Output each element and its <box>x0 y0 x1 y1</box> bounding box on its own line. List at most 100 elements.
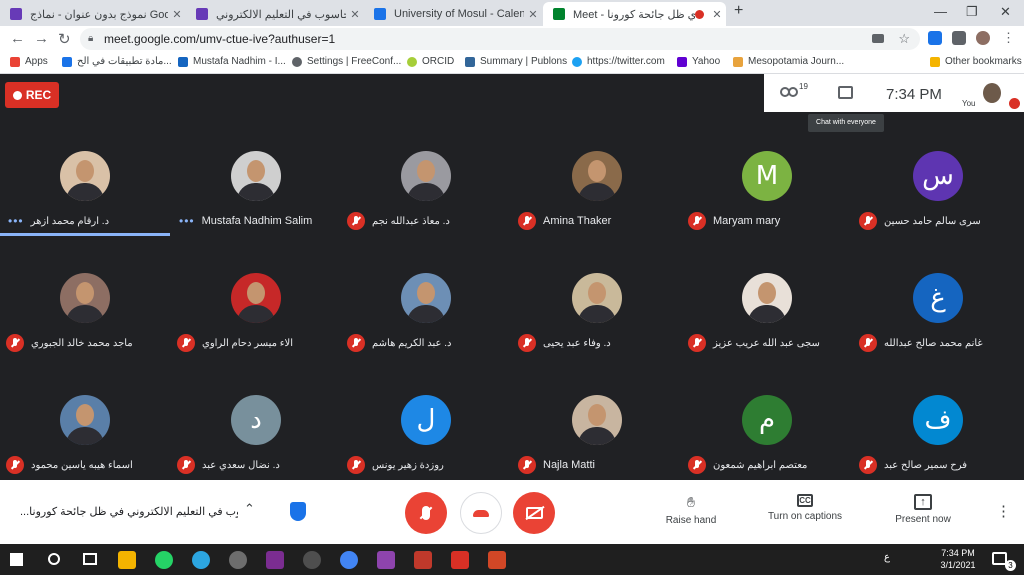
avatar-body-shape <box>237 183 275 201</box>
puzzle-icon[interactable] <box>952 31 966 45</box>
calendar-icon <box>374 8 386 20</box>
toggle-camera-button[interactable] <box>513 492 555 534</box>
chevron-up-icon[interactable]: ⌃ <box>244 501 255 517</box>
cc-icon: CC <box>797 494 813 507</box>
bookmark-item[interactable]: Yahoo <box>677 56 720 67</box>
participant-tile[interactable]: ل روزدة زهير يونس <box>341 360 511 482</box>
participant-tile[interactable]: ••• Mustafa Nadhim Salim <box>171 116 341 238</box>
whatsapp-icon[interactable] <box>155 551 173 569</box>
app-icon[interactable] <box>414 551 432 569</box>
file-explorer-icon[interactable] <box>118 551 136 569</box>
bookmark-item[interactable]: Mesopotamia Journ... <box>733 56 844 67</box>
input-language[interactable]: ع <box>884 552 890 563</box>
participant-tile[interactable]: Najla Matti <box>512 360 682 482</box>
people-icon-second <box>788 87 798 97</box>
meeting-title: ...وب في التعليم الالكتروني في ظل جائحة … <box>20 506 238 518</box>
participant-name: د. معاذ عبدالله نجم <box>372 215 450 227</box>
participant-tile[interactable]: M Maryam mary <box>682 116 852 238</box>
participant-tile[interactable]: غ غانم محمد صالح عبدالله <box>853 238 1023 360</box>
bookmark-item[interactable]: Settings | FreeConf... <box>292 56 401 67</box>
participant-tile[interactable]: Amina Thaker <box>512 116 682 238</box>
camera-icon[interactable] <box>872 34 884 43</box>
meeting-info-panel: 19 7:34 PM You <box>764 74 1024 112</box>
participant-name: Mustafa Nadhim Salim <box>201 215 313 227</box>
app-icon[interactable] <box>377 551 395 569</box>
tab-close-icon[interactable]: ✕ <box>346 8 364 21</box>
star-icon[interactable]: ☆ <box>898 28 910 50</box>
raise-hand-button[interactable]: ✋︎ Raise hand <box>662 494 720 526</box>
participant-tile[interactable]: ••• د. ارقام محمد ازهر <box>0 116 170 238</box>
telegram-icon[interactable] <box>192 551 210 569</box>
self-avatar[interactable] <box>983 83 1001 103</box>
publons-icon <box>465 56 475 67</box>
taskbar-clock[interactable]: 7:34 PM 3/1/2021 <box>930 547 986 571</box>
participant-name: فرح سمير صالح عبد <box>884 459 968 471</box>
captions-button[interactable]: CC Turn on captions <box>762 494 848 522</box>
notification-count: 3 <box>1005 560 1016 571</box>
bookmark-item[interactable]: ORCID <box>407 56 454 67</box>
windows-start-icon[interactable] <box>10 553 23 566</box>
participant-tile[interactable]: د. معاذ عبدالله نجم <box>341 116 511 238</box>
chrome-icon[interactable] <box>340 551 358 569</box>
avatar-head-shape <box>76 282 94 304</box>
restore-button[interactable]: ❐ <box>966 4 978 20</box>
leave-call-button[interactable] <box>460 492 502 534</box>
avatar-body-shape <box>578 305 616 323</box>
participant-photo-avatar <box>231 273 281 323</box>
bookmark-item[interactable]: Mustafa Nadhim - I... <box>178 56 286 67</box>
address-bar[interactable]: 🔒︎ meet.google.com/umv-ctue-ive?authuser… <box>80 28 920 50</box>
people-button[interactable]: 19 <box>780 82 810 104</box>
tab-close-icon[interactable]: ✕ <box>708 8 726 21</box>
participant-tile[interactable]: ماجد محمد خالد الجبوري <box>0 238 170 360</box>
app-icon[interactable] <box>229 551 247 569</box>
participant-tile[interactable]: م معتصم ابراهيم شمعون <box>682 360 852 482</box>
chat-icon[interactable] <box>838 86 853 99</box>
present-now-button[interactable]: ↑ Present now <box>892 494 954 525</box>
participant-tile[interactable]: اسماء هيبه ياسين محمود <box>0 360 170 482</box>
pdf-icon[interactable] <box>451 551 469 569</box>
app-icon[interactable] <box>303 551 321 569</box>
avatar-body-shape <box>578 183 616 201</box>
participant-name-row: معتصم ابراهيم شمعون <box>688 456 807 474</box>
tab-close-icon[interactable]: ✕ <box>524 8 542 21</box>
profile-avatar[interactable] <box>976 31 990 45</box>
forward-arrow-icon[interactable]: → <box>34 30 49 47</box>
tab-close-icon[interactable]: ✕ <box>168 8 186 21</box>
bookmark-item[interactable]: مادة تطبيقات في الح... <box>62 56 172 67</box>
powerpoint-icon[interactable] <box>488 551 506 569</box>
back-arrow-icon[interactable]: ← <box>10 30 25 47</box>
tab-google-form[interactable]: نموذج بدون عنوان - نماذج Google ✕ <box>0 2 186 26</box>
new-tab-button[interactable]: + <box>734 2 743 20</box>
participant-tile[interactable]: د. وفاء عبد يحيى <box>512 238 682 360</box>
avatar-body-shape <box>66 427 104 445</box>
menu-dots-icon[interactable]: ⋮ <box>1002 30 1015 46</box>
bookmark-item[interactable]: Summary | Publons <box>465 56 567 67</box>
reload-icon[interactable]: ↻ <box>58 30 71 48</box>
bookmark-item[interactable]: https://twitter.com <box>572 56 665 67</box>
app-icon[interactable] <box>266 551 284 569</box>
participant-tile[interactable]: سجى عبد الله عريب عزيز <box>682 238 852 360</box>
tab-computer-role-form[interactable]: دور الحاسوب في التعليم الالكتروني ✕ <box>186 2 364 26</box>
participant-tile[interactable]: د. عبد الكريم هاشم <box>341 238 511 360</box>
security-shield-icon[interactable] <box>290 502 306 521</box>
minimize-button[interactable]: — <box>934 4 947 19</box>
participant-tile[interactable]: ف فرح سمير صالح عبد <box>853 360 1023 482</box>
mic-off-icon <box>688 212 706 230</box>
other-bookmarks[interactable]: Other bookmarks <box>930 56 1022 67</box>
toggle-mic-button[interactable] <box>405 492 447 534</box>
bookmarks-bar: Apps مادة تطبيقات في الح... Mustafa Nadh… <box>0 52 1024 74</box>
tab-meet[interactable]: Meet - دي ظل جائحة كورونا ✕ <box>543 2 726 26</box>
tab-calendar[interactable]: University of Mosul - Calendar - ✕ <box>364 2 542 26</box>
task-view-icon[interactable] <box>83 553 97 565</box>
participant-tile[interactable]: د د. نضال سعدي عبد <box>171 360 341 482</box>
more-options-icon[interactable]: ⋮ <box>996 502 1011 520</box>
bookmark-apps[interactable]: Apps <box>10 56 48 67</box>
participant-tile[interactable]: س سرى سالم حامد حسين <box>853 116 1023 238</box>
search-icon[interactable] <box>48 553 60 565</box>
extension-icon[interactable] <box>928 31 942 45</box>
participant-tile[interactable]: الاء ميسر دحام الراوي <box>171 238 341 360</box>
mic-off-icon <box>859 334 877 352</box>
bookmark-label: Summary | Publons <box>480 56 568 67</box>
participant-name-row: اسماء هيبه ياسين محمود <box>6 456 133 474</box>
close-window-button[interactable]: ✕ <box>1000 4 1011 20</box>
